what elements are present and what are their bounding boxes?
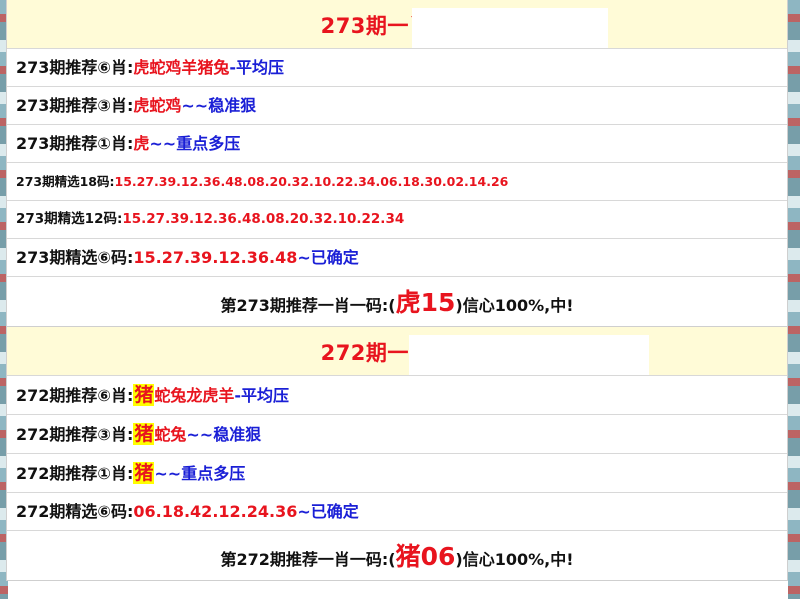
result-suffix: )信心100%,中! (455, 296, 574, 315)
p272-three-zodiac-row: 272期推荐③肖:猪蛇兔~~稳准狠 (7, 415, 787, 454)
right-edge-decoration (788, 0, 800, 599)
header-blank-box (409, 335, 649, 375)
period-273-block: 273期一肖一码 273期推荐⑥肖:虎蛇鸡羊猪兔-平均压 273期推荐③肖:虎蛇… (6, 0, 788, 327)
p272-six-zodiac-row: 272期推荐⑥肖:猪蛇兔龙虎羊-平均压 (7, 376, 787, 415)
result-prefix: 第272期推荐一肖一码:( (220, 550, 396, 569)
p273-three-zodiac-row: 273期推荐③肖:虎蛇鸡~~稳准狠 (7, 87, 787, 125)
header-blank-box (412, 8, 608, 48)
period-272-title: 272期一肖一码 (320, 341, 474, 365)
result-prefix: 第273期推荐一肖一码:( (220, 296, 396, 315)
period-272-header: 272期一肖一码 (7, 327, 787, 376)
row-label: 273期推荐①肖: (16, 134, 134, 153)
row-note: ~已确定 (297, 248, 359, 267)
row-note: -平均压 (229, 58, 285, 77)
code-numbers: 15.27.39.12.36.48 (133, 248, 298, 267)
row-label: 272期推荐①肖: (16, 464, 134, 483)
p273-result-row: 第273期推荐一肖一码:(虎15)信心100%,中! (7, 277, 787, 327)
row-note: -平均压 (234, 386, 290, 405)
code-numbers: 15.27.39.12.36.48.08.20.32.10.22.34.06.1… (114, 174, 509, 189)
p272-result-row: 第272期推荐一肖一码:(猪06)信心100%,中! (7, 531, 787, 581)
row-label: 273期推荐⑥肖: (16, 58, 134, 77)
zodiac-picks: 虎 (133, 134, 150, 153)
p273-one-zodiac-row: 273期推荐①肖:虎~~重点多压 (7, 125, 787, 163)
row-label: 273期推荐③肖: (16, 96, 134, 115)
row-note: ~已确定 (297, 502, 359, 521)
zodiac-picks: 蛇兔 (154, 425, 187, 444)
row-note: ~~稳准狠 (181, 96, 257, 115)
row-note: ~~重点多压 (149, 134, 241, 153)
row-label: 273期精选⑥码: (16, 248, 134, 267)
highlighted-zodiac: 猪 (133, 384, 155, 406)
result-hit: 虎15 (395, 288, 456, 317)
p273-18-codes-row: 273期精选18码:15.27.39.12.36.48.08.20.32.10.… (7, 163, 787, 201)
zodiac-picks: 虎蛇鸡 (133, 96, 182, 115)
result-hit: 猪06 (395, 542, 456, 571)
row-label: 272期精选⑥码: (16, 502, 134, 521)
highlighted-zodiac: 猪 (133, 423, 155, 445)
page-content: 273期一肖一码 273期推荐⑥肖:虎蛇鸡羊猪兔-平均压 273期推荐③肖:虎蛇… (6, 0, 788, 581)
row-label: 273期精选18码: (16, 174, 115, 189)
p273-six-zodiac-row: 273期推荐⑥肖:虎蛇鸡羊猪兔-平均压 (7, 49, 787, 87)
row-label: 272期推荐③肖: (16, 425, 134, 444)
row-label: 272期推荐⑥肖: (16, 386, 134, 405)
period-272-block: 272期一肖一码 272期推荐⑥肖:猪蛇兔龙虎羊-平均压 272期推荐③肖:猪蛇… (6, 327, 788, 581)
code-numbers: 15.27.39.12.36.48.08.20.32.10.22.34 (122, 211, 405, 227)
highlighted-zodiac: 猪 (133, 462, 155, 484)
row-note: ~~稳准狠 (186, 425, 262, 444)
zodiac-picks: 虎蛇鸡羊猪兔 (133, 58, 230, 77)
row-label: 273期精选12码: (16, 211, 123, 227)
result-suffix: )信心100%,中! (455, 550, 574, 569)
p273-12-codes-row: 273期精选12码:15.27.39.12.36.48.08.20.32.10.… (7, 201, 787, 239)
p272-6-codes-row: 272期精选⑥码:06.18.42.12.24.36~已确定 (7, 493, 787, 531)
period-273-title: 273期一肖一码 (320, 14, 474, 38)
period-273-header: 273期一肖一码 (7, 0, 787, 49)
zodiac-picks: 蛇兔龙虎羊 (154, 386, 235, 405)
p272-one-zodiac-row: 272期推荐①肖:猪~~重点多压 (7, 454, 787, 493)
p273-6-codes-row: 273期精选⑥码:15.27.39.12.36.48~已确定 (7, 239, 787, 277)
row-note: ~~重点多压 (154, 464, 246, 483)
code-numbers: 06.18.42.12.24.36 (133, 502, 298, 521)
